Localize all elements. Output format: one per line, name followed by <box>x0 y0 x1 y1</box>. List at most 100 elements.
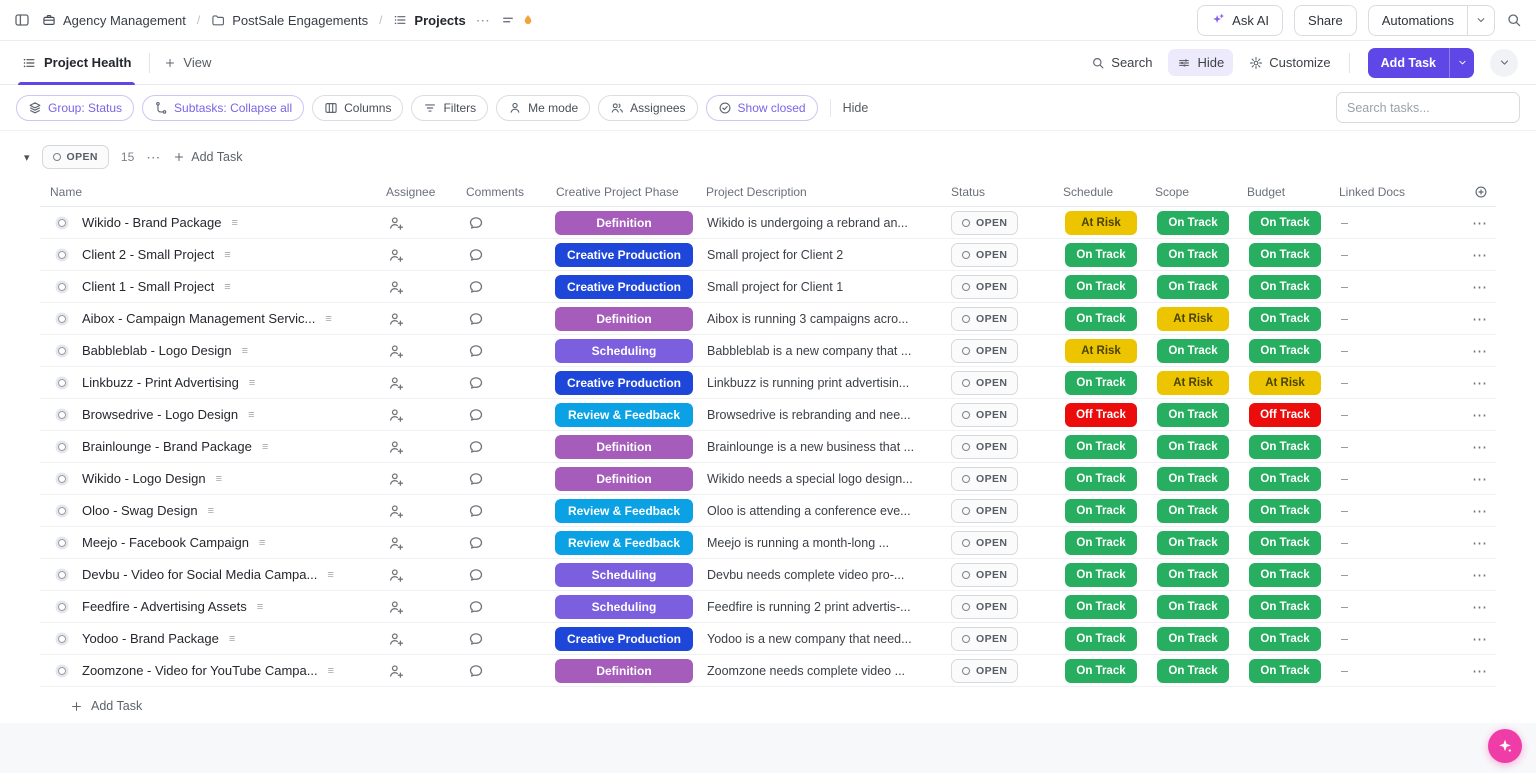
add-assignee-icon[interactable] <box>388 663 404 679</box>
comment-icon[interactable] <box>468 599 484 615</box>
phase-badge[interactable]: Review & Feedback <box>555 498 693 523</box>
budget-badge[interactable]: On Track <box>1249 626 1321 651</box>
phase-badge[interactable]: Review & Feedback <box>555 402 693 427</box>
task-status-icon[interactable] <box>58 346 66 355</box>
row-menu-icon[interactable]: ⋯ <box>1472 534 1488 552</box>
description-cell[interactable]: Aibox is running 3 campaigns acro... <box>698 303 943 334</box>
scope-badge[interactable]: At Risk <box>1157 370 1229 395</box>
search-button[interactable]: Search <box>1091 55 1152 70</box>
table-row[interactable]: Babbleblab - Logo Design ≡ Scheduling Ba… <box>40 335 1496 367</box>
column-header-name[interactable]: Name <box>40 177 378 206</box>
task-status-icon[interactable] <box>58 378 66 387</box>
phase-badge[interactable]: Definition <box>555 306 693 331</box>
phase-badge[interactable]: Definition <box>555 434 693 459</box>
phase-badge[interactable]: Creative Production <box>555 274 693 299</box>
task-status-icon[interactable] <box>58 218 66 227</box>
add-assignee-icon[interactable] <box>388 375 404 391</box>
scope-badge[interactable]: On Track <box>1157 210 1229 235</box>
phase-badge[interactable]: Review & Feedback <box>555 530 693 555</box>
status-pill[interactable]: OPEN <box>951 370 1019 395</box>
task-status-icon[interactable] <box>58 282 66 291</box>
comment-icon[interactable] <box>468 663 484 679</box>
view-options-icon[interactable] <box>501 13 515 27</box>
toolbar-pill-columns[interactable]: Columns <box>312 94 404 121</box>
status-pill[interactable]: OPEN <box>951 562 1019 587</box>
schedule-badge[interactable]: On Track <box>1065 242 1137 267</box>
status-pill[interactable]: OPEN <box>951 658 1019 683</box>
comment-icon[interactable] <box>468 471 484 487</box>
table-row[interactable]: Linkbuzz - Print Advertising ≡ Creative … <box>40 367 1496 399</box>
status-pill[interactable]: OPEN <box>951 434 1019 459</box>
scope-badge[interactable]: On Track <box>1157 626 1229 651</box>
description-cell[interactable]: Wikido is undergoing a rebrand an... <box>698 207 943 238</box>
description-cell[interactable]: Brainlounge is a new business that ... <box>698 431 943 462</box>
collapse-header-button[interactable] <box>1490 48 1518 77</box>
budget-badge[interactable]: On Track <box>1249 658 1321 683</box>
table-row[interactable]: Devbu - Video for Social Media Campa... … <box>40 559 1496 591</box>
table-row[interactable]: Browsedrive - Logo Design ≡ Review & Fee… <box>40 399 1496 431</box>
budget-badge[interactable]: On Track <box>1249 306 1321 331</box>
phase-badge[interactable]: Scheduling <box>555 594 693 619</box>
budget-badge[interactable]: On Track <box>1249 562 1321 587</box>
budget-badge[interactable]: On Track <box>1249 210 1321 235</box>
comment-icon[interactable] <box>468 375 484 391</box>
row-menu-icon[interactable]: ⋯ <box>1472 374 1488 392</box>
status-pill[interactable]: OPEN <box>951 210 1019 235</box>
task-status-icon[interactable] <box>58 442 66 451</box>
toolbar-hide-button[interactable]: Hide <box>843 101 869 115</box>
ask-ai-button[interactable]: Ask AI <box>1197 4 1284 36</box>
description-cell[interactable]: Browsedrive is rebranding and nee... <box>698 399 943 430</box>
group-menu-icon[interactable]: ⋯ <box>146 149 161 166</box>
comment-icon[interactable] <box>468 247 484 263</box>
description-cell[interactable]: Small project for Client 2 <box>698 239 943 270</box>
add-assignee-icon[interactable] <box>388 343 404 359</box>
schedule-badge[interactable]: On Track <box>1065 498 1137 523</box>
comment-icon[interactable] <box>468 311 484 327</box>
comment-icon[interactable] <box>468 535 484 551</box>
add-assignee-icon[interactable] <box>388 599 404 615</box>
add-assignee-icon[interactable] <box>388 311 404 327</box>
schedule-badge[interactable]: On Track <box>1065 594 1137 619</box>
task-status-icon[interactable] <box>58 314 66 323</box>
status-pill[interactable]: OPEN <box>951 402 1019 427</box>
row-menu-icon[interactable]: ⋯ <box>1472 278 1488 296</box>
task-name[interactable]: Feedfire - Advertising Assets <box>82 599 247 614</box>
description-cell[interactable]: Linkbuzz is running print advertisin... <box>698 367 943 398</box>
comment-icon[interactable] <box>468 631 484 647</box>
column-header-project-description[interactable]: Project Description <box>698 177 943 206</box>
schedule-badge[interactable]: On Track <box>1065 370 1137 395</box>
row-menu-icon[interactable]: ⋯ <box>1472 566 1488 584</box>
group-collapse-chevron-icon[interactable]: ▾ <box>24 151 30 164</box>
row-menu-icon[interactable]: ⋯ <box>1472 470 1488 488</box>
phase-badge[interactable]: Creative Production <box>555 242 693 267</box>
column-header-status[interactable]: Status <box>943 177 1055 206</box>
column-header-assignee[interactable]: Assignee <box>378 177 458 206</box>
scope-badge[interactable]: On Track <box>1157 338 1229 363</box>
table-row[interactable]: Meejo - Facebook Campaign ≡ Review & Fee… <box>40 527 1496 559</box>
automations-button[interactable]: Automations <box>1367 4 1468 36</box>
phase-badge[interactable]: Definition <box>555 658 693 683</box>
scope-badge[interactable]: On Track <box>1157 434 1229 459</box>
tab-project-health[interactable]: Project Health <box>18 41 136 85</box>
budget-badge[interactable]: On Track <box>1249 338 1321 363</box>
comment-icon[interactable] <box>468 343 484 359</box>
toolbar-pill-show-closed[interactable]: Show closed <box>705 94 818 121</box>
add-assignee-icon[interactable] <box>388 471 404 487</box>
add-assignee-icon[interactable] <box>388 215 404 231</box>
description-cell[interactable]: Zoomzone needs complete video ... <box>698 655 943 686</box>
status-pill[interactable]: OPEN <box>951 498 1019 523</box>
toolbar-pill-group-status[interactable]: Group: Status <box>16 94 135 121</box>
description-cell[interactable]: Meejo is running a month-long ... <box>698 527 943 558</box>
table-row[interactable]: Brainlounge - Brand Package ≡ Definition… <box>40 431 1496 463</box>
scope-badge[interactable]: On Track <box>1157 594 1229 619</box>
column-header-scope[interactable]: Scope <box>1147 177 1239 206</box>
scope-badge[interactable]: At Risk <box>1157 306 1229 331</box>
column-header-creative-project-phase[interactable]: Creative Project Phase <box>548 177 698 206</box>
ai-fab-button[interactable] <box>1488 729 1522 763</box>
budget-badge[interactable]: On Track <box>1249 530 1321 555</box>
task-name[interactable]: Aibox - Campaign Management Servic... <box>82 311 315 326</box>
task-status-icon[interactable] <box>58 634 66 643</box>
task-status-icon[interactable] <box>58 250 66 259</box>
budget-badge[interactable]: On Track <box>1249 466 1321 491</box>
customize-button[interactable]: Customize <box>1249 55 1331 70</box>
